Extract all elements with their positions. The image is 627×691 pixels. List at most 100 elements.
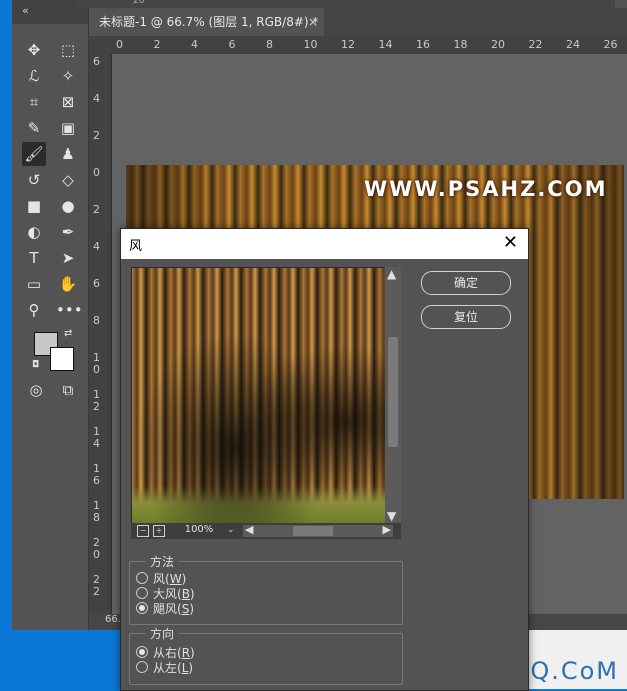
method-option[interactable]: 大风(B) xyxy=(136,585,195,601)
dodge-icon[interactable]: ◐ xyxy=(22,220,46,244)
reset-button[interactable]: 复位 xyxy=(421,305,511,329)
brush-icon[interactable]: 🖌 xyxy=(22,142,46,166)
ruler-h-label: 2 xyxy=(153,38,161,51)
ruler-corner xyxy=(89,36,112,54)
stamp-icon[interactable]: ♟ xyxy=(56,142,80,166)
history-brush-icon[interactable]: ↺ xyxy=(22,168,46,192)
direction-legend: 方向 xyxy=(146,625,179,642)
ruler-h-label: 16 xyxy=(416,38,430,51)
radio-unselected-icon[interactable] xyxy=(136,572,148,584)
option-label-tail: ) xyxy=(181,572,187,586)
radio-unselected-icon[interactable] xyxy=(136,587,148,599)
options-number: 20 xyxy=(133,0,145,6)
preview-zoom-bar: − + 100% ⌄ ◀ ▶ xyxy=(131,523,401,539)
option-label-tail: ) xyxy=(189,602,194,616)
horizontal-scroll-thumb[interactable] xyxy=(293,526,333,536)
option-label: 大风( xyxy=(153,587,182,601)
radio-unselected-icon[interactable] xyxy=(136,661,148,673)
rectangle-icon[interactable]: ▭ xyxy=(22,272,46,296)
option-label: 飓风( xyxy=(153,602,182,616)
ruler-h-label: 8 xyxy=(266,38,273,51)
marquee-icon[interactable]: ⬚ xyxy=(56,38,80,62)
ruler-v-label: 6 xyxy=(93,55,100,68)
zoom-dropdown-icon[interactable]: ⌄ xyxy=(227,525,239,537)
preview-image[interactable] xyxy=(132,268,386,524)
direction-option[interactable]: 从左(L) xyxy=(136,659,193,675)
patch-icon[interactable]: ▣ xyxy=(56,116,80,140)
ruler-h-label: 26 xyxy=(603,38,618,51)
horizontal-ruler[interactable]: 0 2 4 6 8 10 12 14 16 18 20 22 24 26 xyxy=(112,36,627,55)
zoom-icon[interactable]: ⚲ xyxy=(22,298,46,322)
ruler-h-label: 4 xyxy=(191,38,198,51)
method-legend: 方法 xyxy=(146,553,179,570)
eraser-icon[interactable]: ◇ xyxy=(56,168,80,192)
scroll-up-icon[interactable]: ▲ xyxy=(387,267,396,281)
ruler-v-label: 6 xyxy=(93,277,100,290)
document-tab[interactable]: 未标题-1 @ 66.7% (图层 1, RGB/8#) * × xyxy=(89,8,324,36)
ruler-v-label: 8 xyxy=(93,314,100,327)
type-icon[interactable]: T xyxy=(22,246,46,270)
default-colors-icon[interactable]: ◘ xyxy=(32,360,39,370)
scroll-right-icon[interactable]: ▶ xyxy=(383,523,391,536)
collapse-toolbar-button[interactable]: « xyxy=(22,4,29,17)
option-label-tail: ) xyxy=(188,661,194,675)
ok-button[interactable]: 确定 xyxy=(421,271,511,295)
close-document-icon[interactable]: × xyxy=(308,8,318,36)
image-watermark: WWW.PSAHZ.COM xyxy=(364,177,608,201)
ruler-v-label: 1 6 xyxy=(93,462,100,487)
screen-mode-icon[interactable]: ⧉ xyxy=(56,378,80,402)
vertical-scroll-thumb[interactable] xyxy=(388,337,398,447)
method-option[interactable]: 风(W) xyxy=(136,570,186,586)
preview-vertical-scrollbar[interactable]: ▲ ▼ xyxy=(385,267,401,523)
eyedropper-icon[interactable]: ✎ xyxy=(22,116,46,140)
ruler-v-label: 2 0 xyxy=(93,536,100,561)
dialog-close-icon[interactable]: ✕ xyxy=(503,232,518,253)
zoom-in-button[interactable]: + xyxy=(153,525,165,537)
ruler-v-label: 0 xyxy=(93,166,100,179)
quick-mask-icon[interactable]: ◎ xyxy=(24,378,48,402)
document-tabs: 未标题-1 @ 66.7% (图层 1, RGB/8#) * × xyxy=(89,8,627,36)
direction-option[interactable]: 从右(R) xyxy=(136,644,195,660)
ruler-v-label: 4 xyxy=(93,92,100,105)
scroll-down-icon[interactable]: ▼ xyxy=(387,509,396,523)
swap-colors-icon[interactable]: ⇄ xyxy=(64,328,72,339)
ruler-h-label: 20 xyxy=(491,38,505,51)
preview-horizontal-scrollbar[interactable]: ◀ ▶ xyxy=(243,523,393,537)
scroll-left-icon[interactable]: ◀ xyxy=(245,523,253,536)
ruler-h-label: 6 xyxy=(228,38,236,51)
lasso-icon[interactable]: ℒ xyxy=(22,64,46,88)
hand-icon[interactable]: ✋ xyxy=(56,272,80,296)
more-icon[interactable]: ••• xyxy=(56,298,83,322)
direction-group: 方向 从右(R) 从左(L) xyxy=(129,625,403,685)
magic-wand-icon[interactable]: ✧ xyxy=(56,64,80,88)
gradient-icon[interactable]: ■ xyxy=(22,194,46,218)
vertical-ruler[interactable]: 6 4 2 0 2 4 6 8 1 0 1 2 1 4 1 6 1 8 2 0 2 2 xyxy=(89,54,112,614)
wind-filter-dialog: 风 ✕ ▲ ▼ − + 100% ⌄ ◀ ▶ 确定 复位 方法 风(W) 大风(B… xyxy=(120,228,529,691)
ruler-h-label: 22 xyxy=(528,38,543,51)
path-select-icon[interactable]: ➤ xyxy=(56,246,80,270)
dialog-title: 风 xyxy=(129,239,143,254)
zoom-out-button[interactable]: − xyxy=(137,525,149,537)
option-label: 从左( xyxy=(153,661,182,675)
radio-selected-icon[interactable] xyxy=(136,646,148,658)
ruler-v-label: 2 xyxy=(93,129,100,142)
ruler-v-label: 1 2 xyxy=(93,388,100,413)
blur-icon[interactable]: ● xyxy=(56,194,80,218)
filter-preview[interactable] xyxy=(131,267,387,525)
desktop-background xyxy=(0,630,120,689)
crop-icon[interactable]: ⌗ xyxy=(22,90,46,114)
dialog-titlebar: 风 ✕ xyxy=(121,229,528,259)
ruler-h-label: 24 xyxy=(566,38,580,51)
method-option[interactable]: 飓风(S) xyxy=(136,600,194,616)
pen-icon[interactable]: ✒ xyxy=(56,220,80,244)
frame-icon[interactable]: ⊠ xyxy=(56,90,80,114)
zoom-value[interactable]: 100% xyxy=(171,524,227,538)
document-tab-title: 未标题-1 @ 66.7% (图层 1, RGB/8#) * xyxy=(99,15,319,29)
ruler-v-label: 1 8 xyxy=(93,499,100,524)
ruler-h-label: 12 xyxy=(341,38,355,51)
ruler-h-label: 18 xyxy=(453,38,468,51)
radio-selected-icon[interactable] xyxy=(136,602,148,614)
background-color-swatch[interactable] xyxy=(50,347,74,371)
move-icon[interactable]: ✥ xyxy=(22,38,46,62)
ruler-h-label: 10 xyxy=(303,38,318,51)
